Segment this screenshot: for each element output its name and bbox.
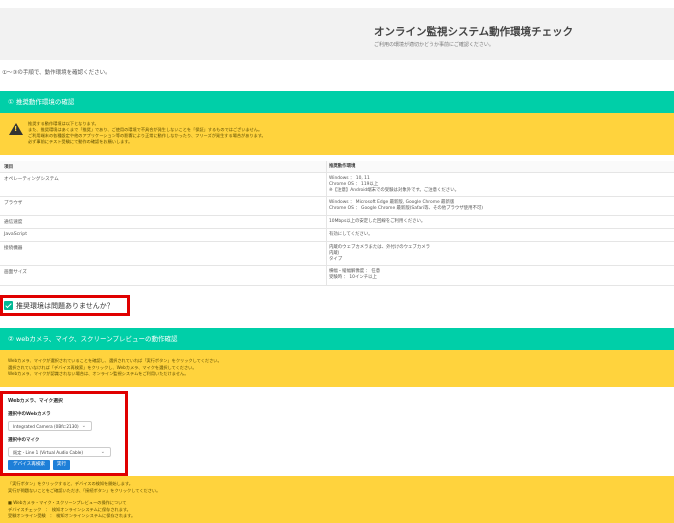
device-check-info: Webカメラ、マイクが選択されていることを確認し、選択されていれば「実行ボタン」… — [0, 350, 674, 387]
mic-select[interactable]: 既定 - Line 1 (Virtual Audio Cable) ⌄ — [8, 447, 111, 457]
page-title: オンライン監視システム動作環境チェック — [374, 26, 574, 38]
chevron-down-icon: ⌄ — [81, 423, 86, 429]
table-row: JavaScript 有効にしてください。 — [0, 229, 674, 242]
camera-select[interactable]: Integrated Camera (0Bfc:2130) ⌄ — [8, 421, 92, 431]
warning-line: 必ず事前にテスト受験にて動作の確認をお願いします。 — [28, 139, 133, 144]
row-env-text: 受験時 ： 10インチ以上 — [329, 275, 377, 280]
section1-header: ① 推奨動作環境の確認 — [0, 91, 674, 113]
device-rescan-button[interactable]: デバイス再検索 — [8, 460, 50, 470]
row-env-text: 10Mbps以上の安定した回線をご利用ください。 — [329, 219, 426, 224]
row-item-browser: ブラウザ — [4, 201, 23, 206]
checkbox-checked-icon[interactable] — [4, 301, 13, 310]
row-item-network: 通信速度 — [4, 220, 23, 225]
row-env-text: タイプ — [329, 257, 343, 262]
row-item-screen-size: 画面サイズ — [4, 270, 27, 275]
intro-text: ①〜③の手順で、動作環境を確認ください。 — [2, 70, 111, 76]
run-instructions-box: 「実行ボタン」をクリックすると、デバイスの検知を開始します。 実行が問題ないこと… — [0, 476, 674, 523]
page-subtitle: ご利用の環境が適切かどうか事前にご確認ください。 — [374, 42, 494, 48]
info-line: Webカメラ、マイクが認識されない場合は、オンライン監視システムをご利用いただけ… — [8, 371, 189, 376]
table-row: 画面サイズ 横幅・縦幅解像度 ： 任意 受験時 ： 10インチ以上 — [0, 266, 674, 286]
warning-triangle-icon — [9, 123, 23, 135]
row-env-text: 内蔵のウェブカメラまたは、外付けのウェブカメラ — [329, 245, 430, 250]
page-header: オンライン監視システム動作環境チェック ご利用の環境が適切かどうか事前にご確認く… — [0, 8, 674, 60]
instruction-line: 受験オンライン受験 ： 検知オンラインシステムに保存されます。 — [8, 513, 136, 518]
device-panel-title: Webカメラ、マイク選択 — [8, 399, 63, 404]
confirm-env-label[interactable]: 推奨環境は問題ありませんか？ — [16, 301, 114, 311]
camera-label: 選択中のWebカメラ — [8, 412, 51, 417]
row-env-text: 有効にしてください。 — [329, 232, 373, 237]
mic-select-value: 既定 - Line 1 (Virtual Audio Cable) — [13, 450, 84, 455]
instruction-line: 実行が問題ないことをご確認いただき、「接続ボタン」をクリックしてください。 — [8, 487, 161, 493]
run-button[interactable]: 実行 — [53, 460, 70, 470]
table-row: 接続機器 内蔵のウェブカメラまたは、外付けのウェブカメラ 内蔵( タイプ — [0, 242, 674, 266]
row-item-javascript: JavaScript — [4, 232, 28, 237]
confirm-env-checkbox-row[interactable]: 推奨環境は問題ありませんか？ — [0, 295, 130, 316]
row-item-devices: 接続機器 — [4, 246, 23, 251]
env-table: 項目 推奨動作環境 オペレーティングシステム Windows ： 10, 11 … — [0, 161, 674, 286]
recommended-env-warning: 推奨する動作環境は以下となります。 また、推奨環境はあくまで「推奨」であり、ご使… — [0, 113, 674, 155]
table-row: オペレーティングシステム Windows ： 10, 11 Chrome OS … — [0, 173, 674, 197]
device-select-panel: Webカメラ、マイク選択 選択中のWebカメラ Integrated Camer… — [0, 391, 128, 476]
row-env-text: ※【注意】Android端末での受験は対象外です。ご注意ください。 — [329, 188, 459, 193]
table-header-row: 項目 推奨動作環境 — [0, 161, 674, 173]
camera-select-value: Integrated Camera (0Bfc:2130) — [13, 424, 79, 429]
row-env-text: Chrome OS ： Google Chrome 最新版(Safari等、その… — [329, 206, 483, 211]
row-item-os: オペレーティングシステム — [4, 177, 59, 182]
mic-label: 選択中のマイク — [8, 438, 40, 443]
chevron-down-icon: ⌄ — [100, 449, 105, 455]
column-header-item: 項目 — [4, 165, 14, 170]
table-row: 通信速度 10Mbps以上の安定した回線をご利用ください。 — [0, 216, 674, 229]
table-row: ブラウザ Windows ： Microsoft Edge 最新版, Googl… — [0, 197, 674, 216]
section2-header: ② webカメラ、マイク、スクリーンプレビューの動作確認 — [0, 328, 674, 350]
info-line: Webカメラ、マイクが選択されていることを確認し、選択されていれば「実行ボタン」… — [8, 358, 222, 363]
column-header-env: 推奨動作環境 — [329, 164, 356, 169]
